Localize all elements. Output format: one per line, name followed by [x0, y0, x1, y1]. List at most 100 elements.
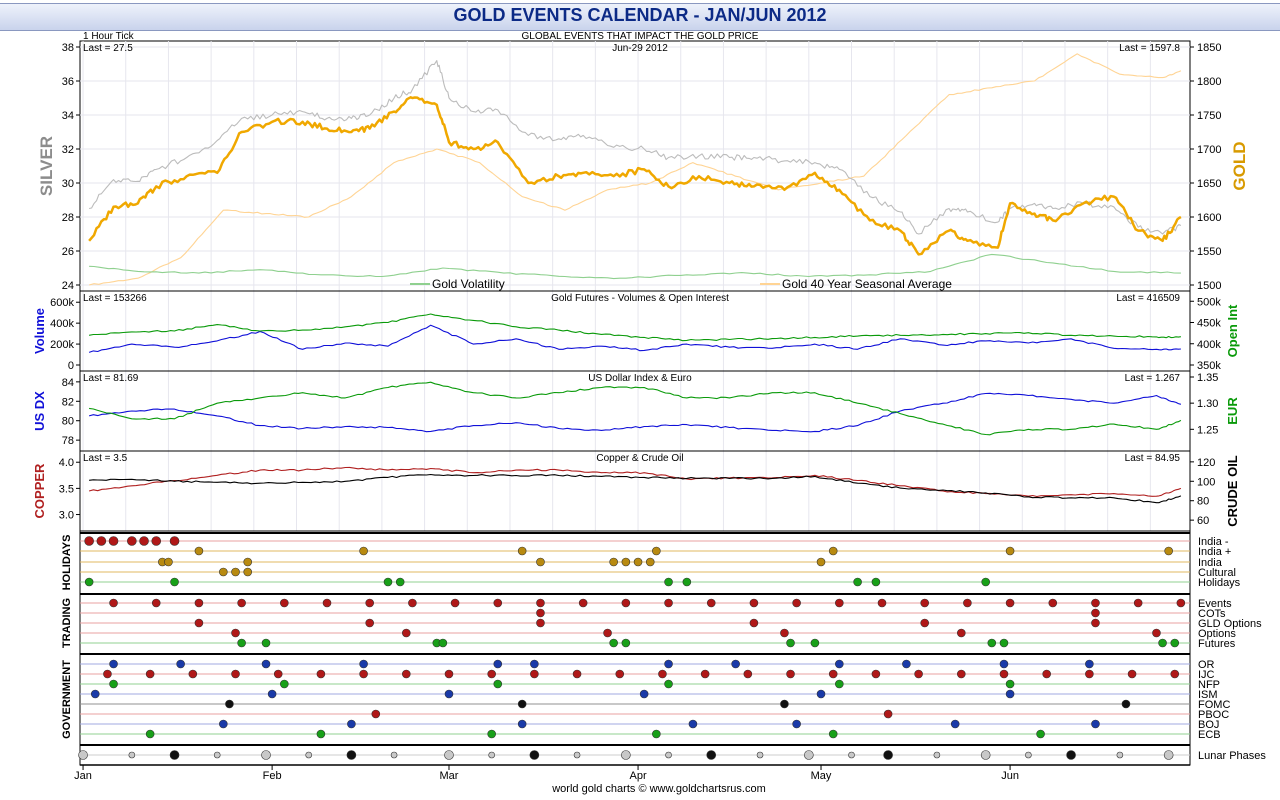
event-marker	[816, 557, 826, 567]
event-marker	[444, 750, 454, 760]
y-tick-label-left: 3.0	[59, 510, 74, 522]
y-tick-label-left: 32	[62, 144, 74, 156]
event-marker	[359, 669, 368, 679]
y-tick-label-right: 1650	[1197, 178, 1221, 190]
event-marker	[615, 669, 625, 679]
event-marker	[848, 751, 855, 759]
event-marker	[688, 719, 698, 729]
event-marker	[883, 709, 893, 719]
event-marker	[213, 751, 221, 759]
event-marker	[371, 709, 381, 719]
event-row-label: Lunar Phases	[1198, 750, 1266, 762]
event-marker	[194, 618, 204, 628]
event-marker	[401, 628, 411, 638]
y-tick-label-left: 84	[62, 377, 74, 389]
legend-label-seasonal: Gold 40 Year Seasonal Average	[782, 277, 952, 291]
event-panel-title: GOVERNMENT	[61, 660, 73, 739]
event-marker	[987, 638, 997, 648]
last-value-right: Last = 84.95	[1125, 453, 1181, 464]
event-marker	[169, 536, 180, 546]
y-tick-label-left: 30	[62, 178, 74, 190]
event-marker	[914, 669, 923, 679]
series-line-crude-oil	[89, 473, 1182, 504]
y-tick-label-left: 3.5	[59, 483, 74, 495]
event-marker	[536, 618, 545, 628]
y-tick-label-right: 1850	[1197, 42, 1221, 54]
y-tick-label-left: 200k	[50, 339, 74, 351]
event-marker	[109, 598, 118, 608]
event-marker	[188, 669, 198, 679]
event-marker	[390, 751, 398, 759]
event-marker	[828, 669, 838, 679]
last-value-left: Last = 153266	[83, 293, 147, 304]
event-marker	[395, 577, 405, 587]
y-tick-label-left: 38	[62, 42, 74, 54]
event-marker	[603, 628, 612, 638]
event-row-label: Futures	[1198, 638, 1236, 650]
event-marker	[1176, 598, 1186, 608]
event-marker	[383, 577, 393, 587]
event-marker	[365, 618, 374, 628]
y-tick-label-left: 34	[62, 110, 74, 122]
x-tick-label: Jun	[1001, 770, 1019, 782]
event-marker	[530, 669, 539, 679]
event-marker	[816, 689, 826, 699]
event-marker	[231, 628, 240, 638]
y-axis-title-left: COPPER	[32, 463, 47, 519]
event-marker	[578, 598, 588, 608]
event-marker	[731, 659, 740, 669]
event-marker	[609, 638, 618, 648]
event-marker	[633, 557, 643, 567]
series-line-copper	[88, 466, 1182, 498]
y-tick-label-right: 500k	[1197, 296, 1221, 308]
event-panel-title: TRADING	[61, 598, 73, 648]
y-tick-label-right: 400k	[1197, 339, 1221, 351]
series-line-open-int	[88, 313, 1181, 342]
event-marker	[536, 598, 545, 608]
event-marker	[621, 750, 631, 760]
event-marker	[151, 536, 162, 546]
event-marker	[109, 679, 118, 689]
y-tick-label-right: 1500	[1197, 280, 1221, 292]
chart-frame: GOLD EVENTS CALENDAR - JAN/JUN 2012 24 26…	[0, 0, 1280, 800]
event-marker	[1025, 751, 1032, 759]
y-tick-label-right: 450k	[1197, 318, 1221, 330]
y-tick-label-right: 80	[1197, 496, 1209, 508]
event-marker	[450, 598, 460, 608]
event-marker	[706, 750, 717, 760]
y-tick-label-right: 350k	[1197, 360, 1221, 372]
event-marker	[261, 659, 271, 669]
event-marker	[956, 669, 966, 679]
event-marker	[1048, 598, 1058, 608]
y-axis-title-right: Open Int	[1225, 304, 1240, 357]
last-value-left: Last = 27.5	[83, 43, 133, 54]
event-marker	[981, 577, 990, 587]
event-marker	[316, 669, 326, 679]
event-marker	[664, 679, 673, 689]
event-marker	[573, 751, 581, 759]
x-tick-label: Apr	[629, 770, 646, 782]
y-tick-label-left: 24	[62, 280, 74, 292]
y-tick-label-right: 1.35	[1197, 372, 1218, 384]
date-label: Jun-29 2012	[612, 43, 668, 54]
event-marker	[700, 669, 710, 679]
event-marker	[804, 750, 814, 760]
x-tick-label: Feb	[263, 770, 282, 782]
event-marker	[1085, 669, 1094, 679]
event-marker	[365, 598, 374, 608]
event-marker	[273, 669, 283, 679]
event-marker	[1121, 699, 1131, 709]
event-marker	[164, 557, 173, 567]
y-tick-label-left: 600k	[50, 297, 74, 309]
event-marker	[1042, 669, 1051, 679]
event-marker	[1091, 719, 1100, 729]
event-marker	[706, 598, 716, 608]
panel-title: Copper & Crude Oil	[596, 453, 683, 464]
event-marker	[231, 567, 240, 577]
y-axis-title-right: EUR	[1225, 397, 1240, 425]
event-marker	[128, 751, 136, 759]
event-marker	[529, 750, 540, 760]
event-marker	[109, 659, 118, 669]
event-marker	[488, 751, 495, 759]
event-marker	[231, 669, 240, 679]
